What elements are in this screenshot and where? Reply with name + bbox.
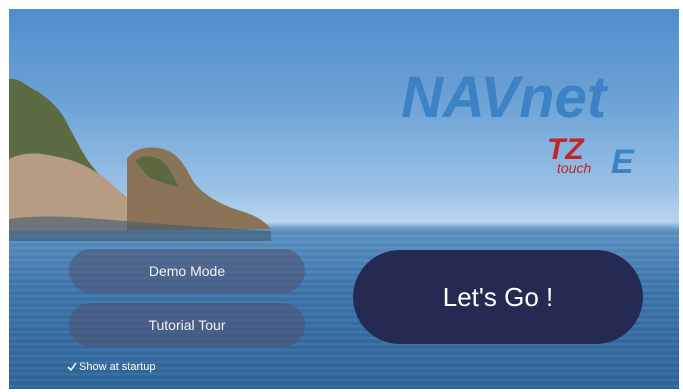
- logo-touch-text: touch: [557, 160, 591, 176]
- tutorial-tour-button[interactable]: Tutorial Tour: [69, 303, 305, 347]
- tutorial-tour-label: Tutorial Tour: [148, 317, 226, 333]
- logo-e-text: E: [611, 143, 635, 181]
- splash-screen: NAVnet TZ touch E Demo Mode Tutorial Tou…: [9, 9, 679, 389]
- show-at-startup-checkbox[interactable]: Show at startup: [67, 361, 155, 373]
- demo-mode-button[interactable]: Demo Mode: [69, 249, 305, 293]
- demo-mode-label: Demo Mode: [148, 263, 226, 279]
- lets-go-button[interactable]: Let's Go !: [353, 250, 643, 344]
- logo-navnet-text: NAVnet: [401, 65, 609, 130]
- lets-go-label: Let's Go !: [442, 281, 554, 312]
- show-at-startup-label: Show at startup: [79, 361, 156, 373]
- navnet-logo: NAVnet TZ touch E: [401, 65, 635, 181]
- coastal-rocks-image: [9, 78, 271, 241]
- checkmark-icon: [67, 362, 77, 372]
